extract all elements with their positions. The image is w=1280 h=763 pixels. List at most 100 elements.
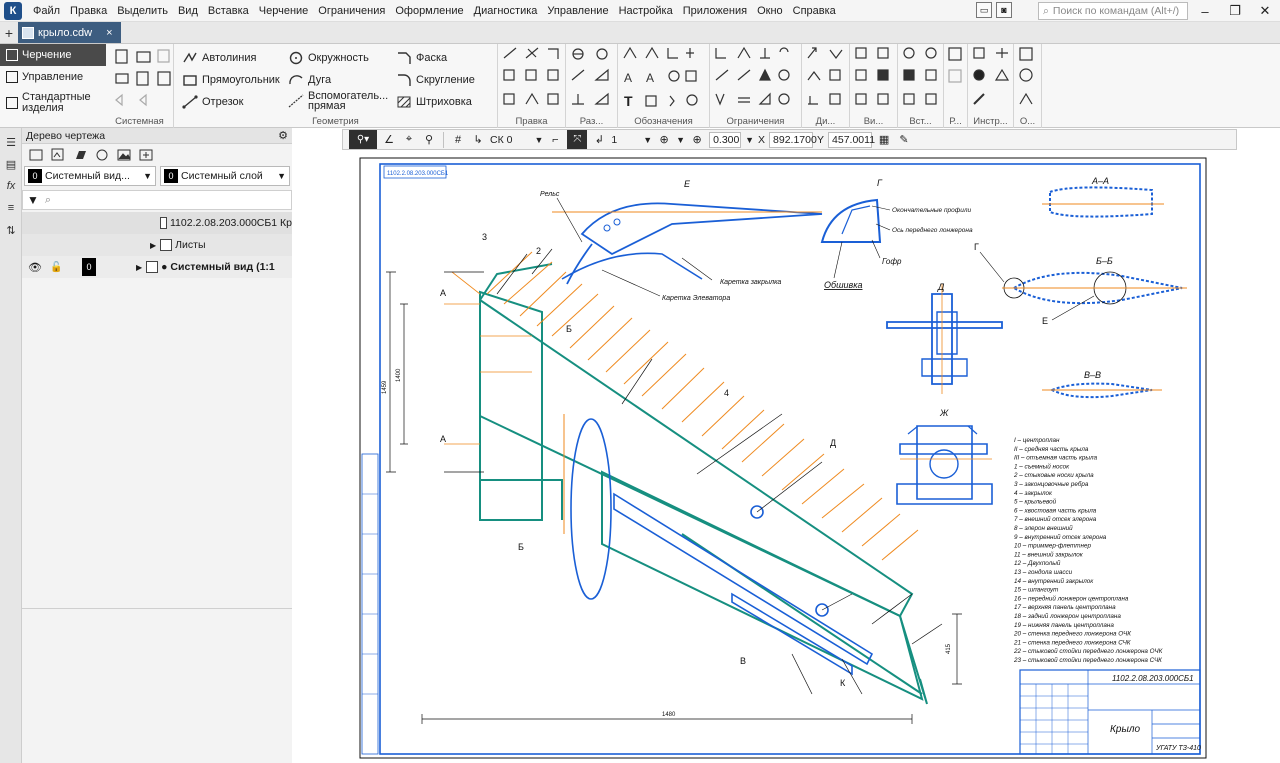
title-org: УГАТУ ТЗ-410	[1155, 745, 1201, 752]
fragment-icon[interactable]	[138, 147, 154, 163]
menu-constraints[interactable]: Ограничения	[313, 0, 390, 22]
chevron-down-icon[interactable]: ▼	[676, 135, 685, 145]
panel-icon[interactable]: ▭	[976, 2, 992, 18]
camera-icon[interactable]: ◙	[996, 2, 1012, 18]
menu-insert[interactable]: Вставка	[203, 0, 254, 22]
restore-button[interactable]: ❐	[1220, 0, 1250, 22]
menu-apps[interactable]: Приложения	[678, 0, 752, 22]
nav-standard-parts[interactable]: Стандартные изделия	[0, 88, 106, 118]
group-notation-label: Обозначения	[634, 116, 693, 127]
new-tab-button[interactable]: +	[0, 22, 18, 43]
local-cs-icon[interactable]: ⌖	[401, 132, 417, 148]
tree-tab-icon[interactable]: ☰	[3, 134, 19, 150]
close-tab-icon[interactable]: ×	[106, 27, 112, 39]
diagnostic-icons[interactable]	[802, 44, 850, 114]
filter-icon[interactable]: ▼	[27, 193, 39, 207]
menu-settings[interactable]: Настройка	[614, 0, 678, 22]
chevron-down-icon[interactable]: ▼	[745, 135, 754, 145]
image-icon[interactable]	[116, 147, 132, 163]
dimension-icons[interactable]	[566, 44, 618, 114]
view-icon[interactable]	[28, 147, 44, 163]
parallelogram-icon[interactable]	[72, 147, 88, 163]
segment-button[interactable]: Отрезок	[182, 94, 243, 110]
zoom-input[interactable]: 0.300	[709, 131, 742, 148]
parameters-icon[interactable]: ▦	[876, 132, 892, 148]
rounding-icon[interactable]: ⚲	[421, 132, 437, 148]
report-icons[interactable]	[944, 44, 968, 114]
drawing-canvas[interactable]: ⚲▾ ∠ ⌖ ⚲ # ↳ СК 0 ▼ ⌐ ⤧ ↲ 1 ▼ ⊕ ▼ ⊕ 0.30…	[292, 128, 1280, 763]
menu-window[interactable]: Окно	[752, 0, 788, 22]
aux-line-button[interactable]: Вспомогатель... прямая	[288, 91, 388, 112]
numbering-tab-icon[interactable]: ⇅	[3, 222, 19, 238]
gear-icon[interactable]: ⚙	[278, 129, 288, 142]
close-window-button[interactable]: ✕	[1250, 0, 1280, 22]
spec-line: 5 – крыльевой	[1014, 498, 1057, 506]
insert-icons[interactable]	[898, 44, 944, 114]
app-logo-icon[interactable]: К	[4, 1, 22, 20]
view-select[interactable]: 0 Системный вид... ▼	[24, 166, 156, 186]
zoom-tool-icon[interactable]: ⊕	[656, 132, 672, 148]
circle-button[interactable]: Окружность	[288, 50, 369, 66]
tree-row-system-view[interactable]: 👁 🔓 0 ▶ ● Системный вид (1:1	[22, 256, 292, 278]
rectangle-button[interactable]: Прямоугольник	[182, 72, 280, 88]
tree-row-sheets[interactable]: ▶ Листы	[22, 234, 292, 256]
nav-management[interactable]: Управление	[0, 66, 106, 88]
menu-drafting[interactable]: Черчение	[254, 0, 314, 22]
structure-icon[interactable]	[94, 147, 110, 163]
chevron-right-icon[interactable]: ▶	[136, 263, 142, 272]
layers-tab-icon[interactable]: ≡	[3, 200, 19, 216]
notation-icons[interactable]: AA T	[618, 44, 710, 114]
arc-button[interactable]: Дуга	[288, 72, 331, 88]
command-search-input[interactable]: ⌕ Поиск по командам (Alt+/)	[1038, 2, 1188, 20]
variables-tab-icon[interactable]: fx	[3, 178, 19, 194]
wing-assembly-drawing[interactable]: 1102.2.08.203.000СБ1 1459 1400 1480 415 …	[352, 154, 1214, 762]
menu-management[interactable]: Управление	[542, 0, 613, 22]
coordinate-system-icon[interactable]: ↳	[470, 132, 486, 148]
x-coordinate-field[interactable]: 892.1700	[769, 131, 817, 148]
chevron-right-icon[interactable]: ▶	[150, 241, 156, 250]
minimize-button[interactable]: –	[1190, 0, 1220, 22]
snap-icon[interactable]: ⚲▾	[349, 130, 377, 149]
menu-diagnostics[interactable]: Диагностика	[469, 0, 543, 22]
edit-tools-icons[interactable]	[498, 44, 566, 114]
lock-icon[interactable]: 🔓	[50, 262, 68, 273]
eyedropper-icon[interactable]: ✎	[896, 132, 912, 148]
spec-line: III – отъемная часть крыла	[1014, 455, 1098, 462]
grid-icon[interactable]: #	[450, 132, 466, 148]
menu-help[interactable]: Справка	[788, 0, 841, 22]
eye-icon[interactable]: 👁	[28, 261, 42, 274]
chamfer-button[interactable]: Фаска	[396, 50, 447, 66]
menu-edit[interactable]: Правка	[65, 0, 112, 22]
chamfer-icon	[398, 52, 411, 64]
hatch-button[interactable]: Штриховка	[396, 94, 472, 110]
ortho-icon[interactable]: ∠	[381, 132, 397, 148]
tools-icons[interactable]	[968, 44, 1014, 114]
menu-design[interactable]: Оформление	[390, 0, 468, 22]
layer-select[interactable]: 0 Системный слой ▼	[160, 166, 290, 186]
step-icon[interactable]: ⌐	[547, 132, 563, 148]
view-icons[interactable]	[850, 44, 898, 114]
hatch-icon	[397, 96, 411, 108]
fillet-button[interactable]: Скругление	[396, 72, 475, 88]
nav-drafting[interactable]: Черчение	[0, 44, 106, 66]
other-icons[interactable]	[1014, 44, 1042, 114]
cs-label[interactable]: СК 0	[490, 134, 512, 146]
spec-line: 18 – задний лонжерон центроплана	[1014, 612, 1121, 620]
y-coordinate-field[interactable]: 457.0011	[828, 131, 875, 148]
chevron-down-icon[interactable]: ▼	[643, 135, 652, 145]
constraint-icons[interactable]	[710, 44, 802, 114]
chevron-down-icon[interactable]: ▼	[534, 135, 543, 145]
menu-view[interactable]: Вид	[173, 0, 203, 22]
menu-select[interactable]: Выделить	[112, 0, 173, 22]
marker-a-bottom: А	[440, 434, 446, 444]
properties-tab-icon[interactable]: ▤	[3, 156, 19, 172]
step-value[interactable]: 1	[611, 134, 617, 146]
menu-file[interactable]: Файл	[28, 0, 65, 22]
layer-icon[interactable]	[50, 147, 66, 163]
spec-line: 19 – нижняя панель центроплана	[1014, 622, 1114, 629]
tree-filter[interactable]: ▼ ⌕	[22, 190, 292, 210]
tab-kryilo[interactable]: крыло.cdw ×	[18, 22, 121, 43]
tree-row-document[interactable]: 1102.2.08.203.000СБ1 Кр	[22, 212, 292, 234]
autoline-button[interactable]: Автолиния	[182, 50, 256, 66]
cursor-step-icon[interactable]: ⤧	[567, 130, 588, 149]
